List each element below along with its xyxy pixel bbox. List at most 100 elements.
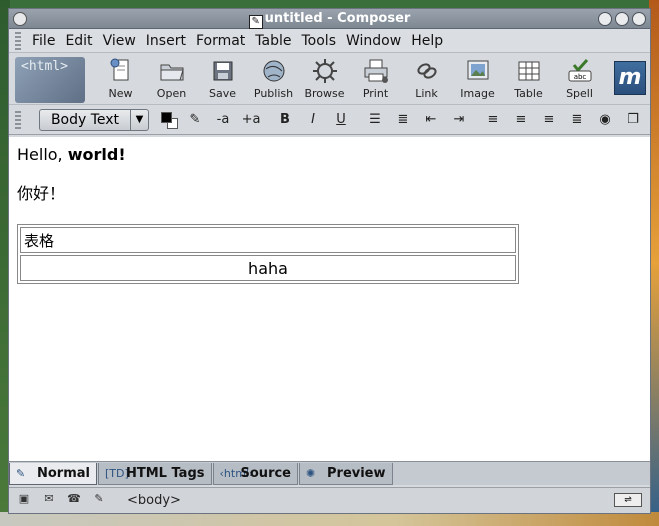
publish-button[interactable]: Publish xyxy=(248,57,299,100)
menu-tools[interactable]: Tools xyxy=(297,33,342,49)
preview-icon: ✺ xyxy=(306,467,316,480)
chevron-down-icon[interactable]: ▼ xyxy=(130,109,148,130)
spell-button[interactable]: abc Spell xyxy=(554,57,605,100)
new-page-icon xyxy=(110,58,128,81)
image-icon xyxy=(467,60,488,80)
align-right-icon[interactable]: ≡ xyxy=(535,112,563,127)
tab-normal-label: Normal xyxy=(37,466,90,481)
tab-preview[interactable]: ✺ Preview xyxy=(299,463,393,485)
menu-window[interactable]: Window xyxy=(341,33,406,49)
table-label: Table xyxy=(514,87,543,100)
menu-table[interactable]: Table xyxy=(250,33,296,49)
save-button[interactable]: Save xyxy=(197,57,248,100)
table-icon xyxy=(518,61,539,81)
table-row: haha xyxy=(20,255,516,281)
formatbar-grip[interactable] xyxy=(15,110,21,129)
bold-icon[interactable]: B xyxy=(271,112,299,127)
publish-label: Publish xyxy=(253,87,294,100)
composer-window: ✎ untitled - Composer File Edit View Inse… xyxy=(8,8,651,514)
mail-icon[interactable]: ✉ xyxy=(38,492,60,510)
paragraph-chinese[interactable]: 你好！ xyxy=(17,180,642,204)
table-cell[interactable]: haha xyxy=(20,255,516,281)
align-justify-icon[interactable]: ≣ xyxy=(563,112,591,127)
menu-edit[interactable]: Edit xyxy=(60,33,97,49)
save-label: Save xyxy=(208,87,236,100)
format-toolbar: Body Text ▼ ✎ -a +a B I U ☰ ≣ ⇤ ⇥ ≡ ≡ ≡ … xyxy=(9,105,650,135)
menu-format[interactable]: Format xyxy=(191,33,250,49)
underline-icon[interactable]: U xyxy=(327,112,355,127)
browse-icon xyxy=(312,59,337,83)
tab-html-tags[interactable]: [TD] HTML Tags xyxy=(98,463,212,485)
table-cell[interactable]: 表格 xyxy=(20,227,516,253)
menu-insert[interactable]: Insert xyxy=(141,33,191,49)
document-table[interactable]: 表格 haha xyxy=(17,224,519,284)
maximize-button[interactable] xyxy=(615,12,629,26)
table-row: 表格 xyxy=(20,227,516,253)
numbered-list-icon[interactable]: ≣ xyxy=(389,112,417,127)
edit-mode-tabs: ✎ Normal [TD] HTML Tags ‹html› Source ✺ Prev… xyxy=(9,461,650,485)
tab-normal[interactable]: ✎ Normal xyxy=(9,463,97,485)
image-button[interactable]: Image xyxy=(452,57,503,100)
html-tag-icon: ‹html› xyxy=(219,467,254,480)
open-button[interactable]: Open xyxy=(146,57,197,100)
outdent-icon[interactable]: ⇤ xyxy=(417,112,445,127)
open-label: Open xyxy=(156,87,187,100)
new-button[interactable]: New xyxy=(95,57,146,100)
status-bar: ▣ ✉ ☎ ✎ <body> ⇌ xyxy=(9,487,650,513)
menu-view[interactable]: View xyxy=(98,33,141,49)
composition-toolbar: <html> New Open Save Publish Browse Prin… xyxy=(9,53,650,105)
composer-icon[interactable]: ✎ xyxy=(88,492,110,510)
link-button[interactable]: Link xyxy=(401,57,452,100)
tab-html-tags-label: HTML Tags xyxy=(126,466,205,481)
smaller-font-icon[interactable]: -a xyxy=(209,112,237,127)
text-color-swatch[interactable] xyxy=(161,111,172,123)
tab-source-label: Source xyxy=(240,466,291,481)
document-editor[interactable]: Hello, world! 你好！ 表格 haha xyxy=(9,137,650,461)
html-logo: <html> xyxy=(15,57,85,103)
align-center-icon[interactable]: ≡ xyxy=(507,112,535,127)
layer-icon[interactable]: ❐ xyxy=(619,112,647,127)
menu-file[interactable]: File xyxy=(27,33,60,49)
link-label: Link xyxy=(415,87,438,100)
image-label: Image xyxy=(460,87,495,100)
html-logo-text: <html> xyxy=(21,59,68,74)
tab-source[interactable]: ‹html› Source xyxy=(212,463,298,485)
desktop-background-bottom xyxy=(0,512,659,526)
link-icon xyxy=(416,63,437,79)
folder-open-icon xyxy=(160,64,184,81)
world-bold-text: world! xyxy=(67,145,126,164)
close-button[interactable] xyxy=(632,12,646,26)
mozilla-icon[interactable]: ▣ xyxy=(13,492,35,510)
online-status-icon[interactable]: ⇌ xyxy=(614,493,642,507)
printer-icon xyxy=(364,59,388,83)
menu-help[interactable]: Help xyxy=(406,33,448,49)
text-color-picker[interactable] xyxy=(159,110,181,130)
mozilla-throbber-icon[interactable]: m xyxy=(614,61,646,95)
indent-icon[interactable]: ⇥ xyxy=(445,112,473,127)
menubar-grip[interactable] xyxy=(15,31,21,50)
globe-publish-icon xyxy=(263,60,284,82)
title-bar[interactable]: ✎ untitled - Composer xyxy=(9,9,650,29)
larger-font-icon[interactable]: +a xyxy=(237,112,265,127)
tab-preview-label: Preview xyxy=(327,466,386,481)
minimize-button[interactable] xyxy=(598,12,612,26)
print-button[interactable]: Print xyxy=(350,57,401,100)
paragraph-hello[interactable]: Hello, world! xyxy=(17,145,642,164)
element-path[interactable]: <body> xyxy=(127,493,181,508)
td-tag-icon: [TD] xyxy=(105,467,129,480)
bullet-list-icon[interactable]: ☰ xyxy=(361,112,389,127)
print-label: Print xyxy=(362,87,389,100)
paragraph-style-select[interactable]: Body Text ▼ xyxy=(39,108,149,131)
save-disk-icon xyxy=(213,61,232,81)
align-left-icon[interactable]: ≡ xyxy=(479,112,507,127)
pencil-icon: ✎ xyxy=(16,467,26,480)
italic-icon[interactable]: I xyxy=(299,112,327,127)
window-title: untitled - Composer xyxy=(264,11,411,26)
browse-button[interactable]: Browse xyxy=(299,57,350,100)
table-button[interactable]: Table xyxy=(503,57,554,100)
absolute-position-icon[interactable]: ◉ xyxy=(591,112,619,127)
browse-label: Browse xyxy=(304,87,345,100)
menu-bar: File Edit View Insert Format Table Tools… xyxy=(9,29,650,53)
highlight-pen-icon[interactable]: ✎ xyxy=(181,112,209,127)
address-book-icon[interactable]: ☎ xyxy=(63,492,85,510)
